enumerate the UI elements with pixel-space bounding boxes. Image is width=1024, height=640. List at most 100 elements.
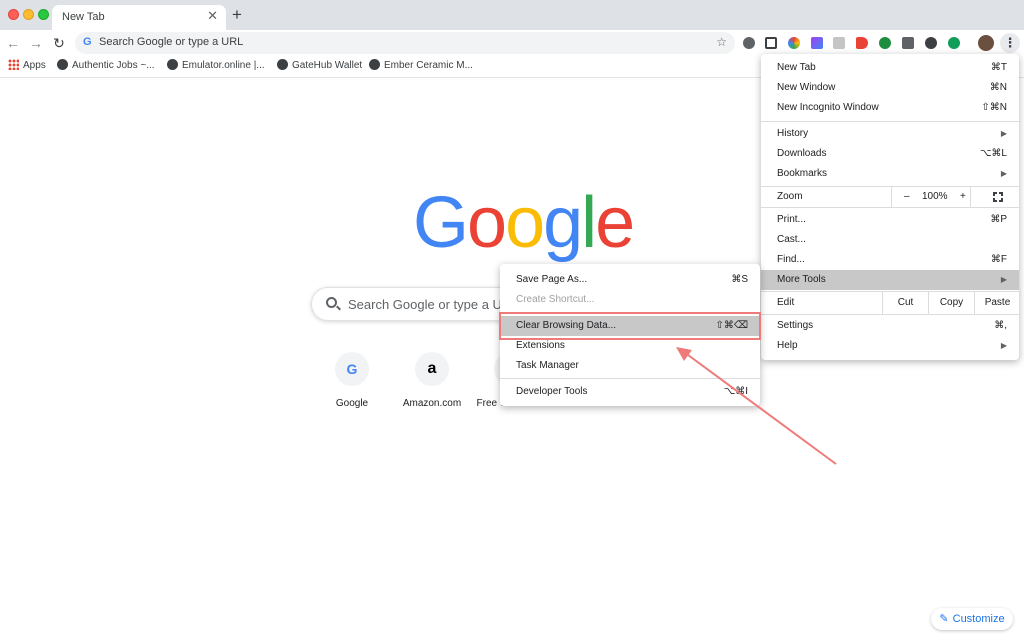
zoom-window-button[interactable] bbox=[38, 9, 49, 20]
menu-item-new-window[interactable]: New Window ⌘N bbox=[761, 78, 1019, 98]
arrow-extension-icon[interactable] bbox=[856, 37, 868, 49]
profile-avatar[interactable] bbox=[978, 35, 994, 51]
submenu-arrow-icon: ▶ bbox=[1000, 341, 1007, 350]
close-window-button[interactable] bbox=[8, 9, 19, 20]
logo-letter: g bbox=[543, 183, 583, 263]
customize-button[interactable]: ✎ Customize bbox=[931, 608, 1013, 630]
cloud-extension-icon[interactable] bbox=[743, 37, 755, 49]
screenshot-extension-icon[interactable] bbox=[765, 37, 777, 49]
menu-label: Help bbox=[777, 340, 798, 351]
google-g-icon: G bbox=[83, 36, 92, 48]
menu-label: New Incognito Window bbox=[777, 102, 879, 113]
shortcut-amazon[interactable]: a Amazon.com bbox=[387, 352, 477, 409]
shortcut-google[interactable]: G Google bbox=[307, 352, 397, 409]
close-tab-icon[interactable]: ✕ bbox=[207, 9, 218, 23]
zoom-in-button[interactable]: + bbox=[960, 187, 966, 207]
logo-letter: l bbox=[581, 183, 597, 263]
globe-icon bbox=[167, 59, 178, 70]
menu-edit-row: Edit Cut Copy Paste bbox=[761, 291, 1019, 315]
menu-item-cast[interactable]: Cast... bbox=[761, 230, 1019, 250]
bookmark-ember-ceramic[interactable]: Ember Ceramic M... bbox=[369, 59, 473, 71]
menu-item-find[interactable]: Find... ⌘F bbox=[761, 250, 1019, 270]
chrome-menu-icon[interactable]: ⋮ bbox=[1000, 33, 1020, 53]
google-logo: Google bbox=[413, 183, 635, 263]
bookmark-star-icon[interactable]: ☆ bbox=[716, 35, 727, 49]
globe-icon bbox=[277, 59, 288, 70]
zoom-label: Zoom bbox=[777, 191, 803, 202]
forward-button[interactable]: → bbox=[27, 34, 45, 52]
submenu-arrow-icon: ▶ bbox=[1000, 129, 1007, 138]
shortcut-label: Amazon.com bbox=[402, 398, 462, 409]
menu-shortcut: ⌥⌘L bbox=[979, 148, 1007, 159]
paste-button[interactable]: Paste bbox=[974, 292, 1020, 314]
reload-button[interactable]: ↻ bbox=[50, 34, 68, 52]
menu-shortcut: ⇧⌘N bbox=[981, 102, 1007, 113]
bookmark-authentic-jobs[interactable]: Authentic Jobs ~... bbox=[57, 59, 155, 71]
menu-separator bbox=[761, 121, 1019, 122]
logo-letter: G bbox=[413, 183, 469, 263]
bookmark-gatehub-wallet[interactable]: GateHub Wallet bbox=[277, 59, 362, 71]
bookmark-label: Ember Ceramic M... bbox=[384, 60, 473, 71]
menu-zoom-row: Zoom – 100% + bbox=[761, 186, 1019, 208]
menu-separator bbox=[500, 378, 760, 379]
zoom-level: 100% bbox=[922, 191, 948, 202]
bookmark-label: Authentic Jobs ~... bbox=[72, 60, 155, 71]
menu-label: Print... bbox=[777, 214, 806, 225]
menu-label: Bookmarks bbox=[777, 168, 828, 179]
menu-label: More Tools bbox=[777, 274, 826, 285]
menu-label: History bbox=[777, 128, 809, 139]
chrome-main-menu: New Tab ⌘T New Window ⌘N New Incognito W… bbox=[761, 54, 1019, 360]
bookmark-label: Apps bbox=[23, 60, 46, 71]
search-icon bbox=[326, 297, 337, 308]
toolbar: ← → ↻ G Search Google or type a URL ☆ ⋮ bbox=[0, 30, 1024, 56]
menu-label: Create Shortcut... bbox=[516, 294, 595, 305]
menu-label: Save Page As... bbox=[516, 274, 588, 285]
grammarly-extension-icon[interactable] bbox=[948, 37, 960, 49]
minimize-window-button[interactable] bbox=[23, 9, 34, 20]
menu-item-bookmarks[interactable]: Bookmarks ▶ bbox=[761, 164, 1019, 184]
back-button[interactable]: ← bbox=[4, 34, 22, 52]
menu-shortcut: ⌘F bbox=[990, 254, 1007, 265]
menu-label: Developer Tools bbox=[516, 386, 588, 397]
menu-shortcut: ⌘T bbox=[990, 62, 1007, 73]
menu-item-settings[interactable]: Settings ⌘, bbox=[761, 316, 1019, 336]
menu-label: New Window bbox=[777, 82, 836, 93]
menu-label: Find... bbox=[777, 254, 805, 265]
bookmark-label: GateHub Wallet bbox=[292, 60, 363, 71]
menu-item-save-page[interactable]: Save Page As... ⌘S bbox=[500, 270, 760, 290]
menu-item-downloads[interactable]: Downloads ⌥⌘L bbox=[761, 144, 1019, 164]
menu-item-print[interactable]: Print... ⌘P bbox=[761, 210, 1019, 230]
copy-button[interactable]: Copy bbox=[928, 292, 974, 314]
w-extension-icon[interactable] bbox=[833, 37, 845, 49]
new-tab-button[interactable]: + bbox=[232, 5, 242, 25]
tab-new-tab[interactable]: New Tab ✕ bbox=[52, 5, 226, 30]
logo-letter: e bbox=[595, 183, 635, 263]
menu-item-history[interactable]: History ▶ bbox=[761, 124, 1019, 144]
menu-item-create-shortcut: Create Shortcut... bbox=[500, 290, 760, 310]
menu-label: Task Manager bbox=[516, 360, 579, 371]
menu-label: Settings bbox=[777, 320, 814, 331]
menu-label: New Tab bbox=[777, 62, 816, 73]
pen-extension-icon[interactable] bbox=[811, 37, 823, 49]
bookmark-apps[interactable]: Apps bbox=[8, 59, 46, 71]
menu-item-new-incognito[interactable]: New Incognito Window ⇧⌘N bbox=[761, 98, 1019, 118]
chat-extension-icon[interactable] bbox=[879, 37, 891, 49]
menu-item-new-tab[interactable]: New Tab ⌘T bbox=[761, 58, 1019, 78]
circle-extension-icon[interactable] bbox=[925, 37, 937, 49]
menu-shortcut: ⌘P bbox=[990, 214, 1007, 225]
fullscreen-icon[interactable] bbox=[993, 192, 1003, 202]
apps-grid-icon bbox=[8, 59, 19, 70]
cut-button[interactable]: Cut bbox=[882, 292, 928, 314]
address-bar[interactable]: G Search Google or type a URL ☆ bbox=[75, 32, 735, 54]
menu-item-more-tools[interactable]: More Tools ▶ bbox=[761, 270, 1019, 290]
menu-item-developer-tools[interactable]: Developer Tools ⌥⌘I bbox=[500, 382, 760, 402]
menu-item-help[interactable]: Help ▶ bbox=[761, 336, 1019, 356]
zoom-out-button[interactable]: – bbox=[904, 187, 910, 207]
search-placeholder: Search Google or type a URL bbox=[348, 297, 519, 312]
submenu-arrow-icon: ▶ bbox=[1000, 275, 1007, 284]
bookmark-emulator-online[interactable]: Emulator.online |... bbox=[167, 59, 265, 71]
menu-shortcut: ⌥⌘I bbox=[723, 386, 748, 397]
facebook-extension-icon[interactable] bbox=[902, 37, 914, 49]
menu-item-task-manager[interactable]: Task Manager bbox=[500, 356, 760, 376]
color-extension-icon[interactable] bbox=[788, 37, 800, 49]
